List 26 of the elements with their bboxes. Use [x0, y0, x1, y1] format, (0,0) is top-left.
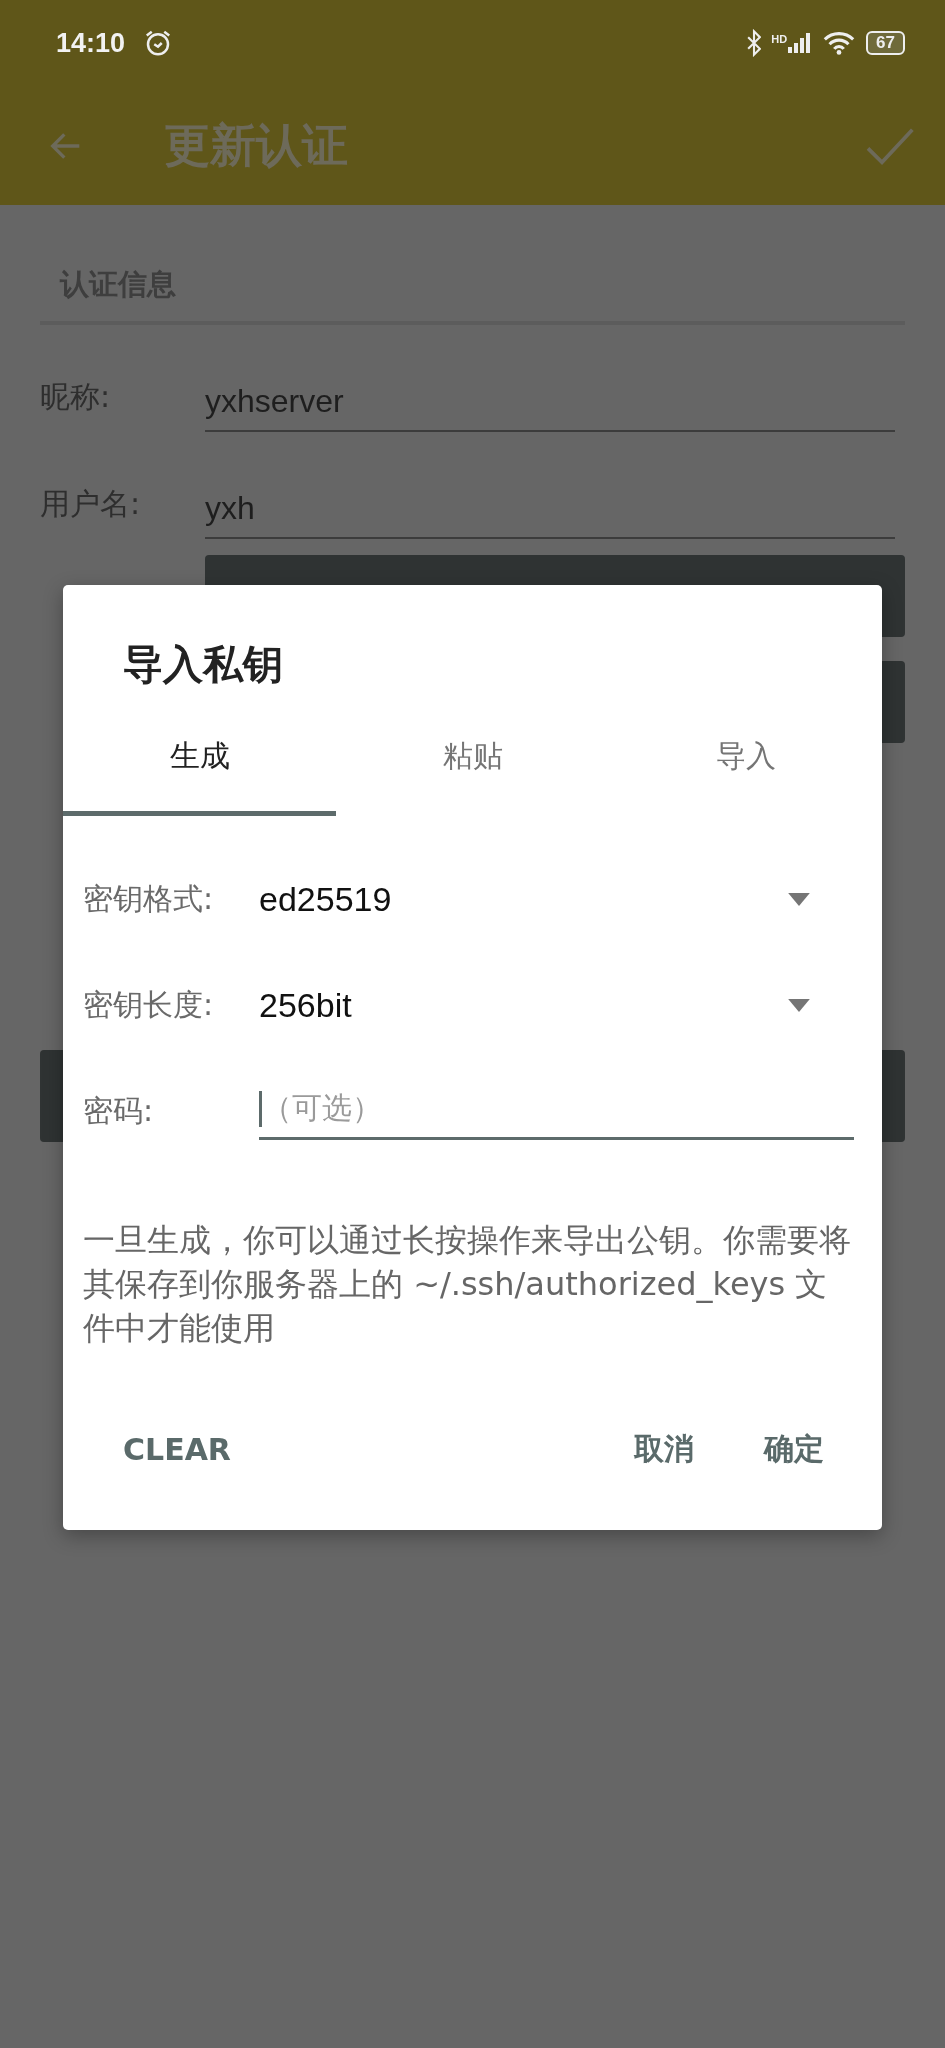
dialog-button[interactable]: 取消: [614, 1419, 714, 1480]
field-label: 昵称:: [40, 378, 112, 416]
dropdown-caret-icon: [788, 998, 810, 1012]
text-field[interactable]: yxhserver: [205, 383, 895, 432]
network-type-label: HD: [771, 33, 788, 45]
wifi-icon: [822, 30, 857, 56]
field-label: 用户名:: [40, 485, 142, 523]
dialog-button[interactable]: CLEAR: [103, 1419, 251, 1480]
dropdown[interactable]: ed25519: [259, 879, 854, 919]
field-label: 密码:: [83, 1091, 155, 1130]
signal-icon: [788, 33, 813, 53]
clock-time: 14:10: [56, 27, 126, 59]
text-field[interactable]: yxh: [205, 490, 895, 539]
tab[interactable]: 生成: [63, 720, 336, 816]
bluetooth-icon: [747, 29, 762, 57]
help-text: 一旦生成，你可以通过长按操作来导出公钥。你需要将其保存到你服务器上的 ~/.ssh/authorized_keys 文件中才能使用: [83, 1220, 852, 1349]
dropdown[interactable]: 256bit: [259, 985, 854, 1025]
field-label: 密钥长度:: [83, 985, 215, 1024]
battery-icon: 67: [866, 31, 905, 55]
tab[interactable]: 导入: [609, 720, 882, 816]
screen-title: 更新认证: [164, 116, 348, 174]
dropdown-caret-icon: [788, 892, 810, 906]
dialog-title: 导入私钥: [123, 640, 283, 689]
field-label: 密钥格式:: [83, 879, 215, 918]
tab[interactable]: 粘贴: [336, 720, 609, 816]
dialog-button[interactable]: 确定: [744, 1419, 844, 1480]
